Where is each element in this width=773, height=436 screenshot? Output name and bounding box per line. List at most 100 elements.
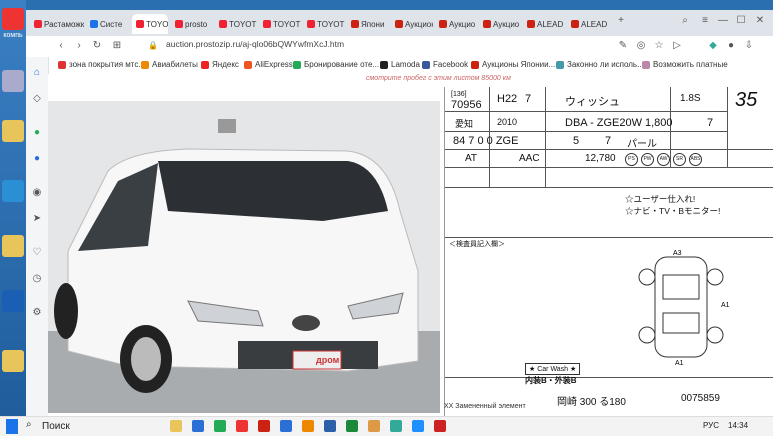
whatsapp-icon[interactable]: ●	[31, 127, 43, 139]
watermark: дром	[316, 355, 340, 365]
app-icon[interactable]	[192, 420, 204, 432]
bookmark-favicon-icon	[293, 60, 301, 69]
bookmark-favicon-icon	[422, 60, 430, 69]
app-icon[interactable]	[412, 420, 424, 432]
tab[interactable]: TOYOT	[259, 14, 301, 34]
app-icon[interactable]	[434, 420, 446, 432]
svg-text:A3: A3	[673, 250, 682, 257]
collections-icon[interactable]: ◇	[31, 93, 43, 105]
heart-icon[interactable]: ♡	[31, 247, 43, 259]
tab[interactable]: ALEAD	[523, 14, 565, 34]
app-icon[interactable]	[280, 420, 292, 432]
bookmark-item[interactable]: зона покрытия мтс...	[58, 60, 145, 69]
bookmark-favicon-icon	[642, 60, 650, 69]
tab[interactable]: Япони	[347, 14, 389, 34]
tab[interactable]: ALEAD	[567, 14, 609, 34]
bookmark-item[interactable]: Lamoda	[380, 60, 420, 69]
folder-icon[interactable]	[2, 120, 24, 142]
download-icon[interactable]: ⇩	[742, 39, 756, 53]
tab[interactable]: TOYOT	[303, 14, 345, 34]
tab[interactable]: TOYOT	[215, 14, 257, 34]
music-icon[interactable]: ◉	[31, 187, 43, 199]
bookmark-item[interactable]: Авиабилеты	[141, 60, 198, 69]
tab[interactable]: Аукцио	[435, 14, 477, 34]
car-app-icon[interactable]	[2, 70, 24, 92]
sheet-line	[445, 237, 773, 238]
app-icon[interactable]	[346, 420, 358, 432]
app-icon[interactable]	[390, 420, 402, 432]
bookmark-label: зона покрытия мтс...	[69, 60, 146, 69]
bookmark-favicon-icon	[556, 60, 564, 69]
tab[interactable]: prosto	[171, 14, 213, 34]
tab-label: TOYOT	[146, 19, 168, 29]
model-name: ウィッシュ	[565, 96, 620, 108]
edit-icon[interactable]: ✎	[616, 39, 630, 53]
tab[interactable]: Аукцион	[391, 14, 433, 34]
play-icon[interactable]: ▷	[670, 39, 684, 53]
bookmark-item[interactable]: AliExpress	[244, 60, 293, 69]
folder-icon-2[interactable]	[2, 350, 24, 372]
tab-favicon-icon	[307, 20, 315, 28]
language-indicator[interactable]: РУС	[703, 421, 719, 436]
tab-label: TOYOT	[317, 19, 345, 29]
svg-text:A1: A1	[675, 360, 684, 367]
tab-favicon-icon	[395, 20, 403, 28]
tab-label: Япони	[361, 19, 385, 29]
settings-icon[interactable]: ⚙	[31, 307, 43, 319]
history-icon[interactable]: ◷	[31, 273, 43, 285]
app-icon[interactable]	[214, 420, 226, 432]
sheet-reg: [136]	[451, 91, 467, 98]
bookmark-label: Аукционы Японии...	[482, 60, 556, 69]
bookmark-item[interactable]: Яндекс	[201, 60, 239, 69]
lot-number: 70956	[451, 99, 482, 111]
auction-sheet: [136] 70956 H22 7 ウィッシュ 1.8S 35 愛知 2010 …	[444, 87, 773, 416]
clock[interactable]: 14:34	[728, 421, 748, 436]
address-bar[interactable]: auction.prostozip.ru/aj-qlo06bQWYwfmXcJ.…	[166, 39, 344, 49]
taskbar-search[interactable]: Поиск	[42, 421, 70, 436]
edge-icon[interactable]	[2, 180, 24, 202]
home-icon[interactable]: ⌂	[31, 67, 43, 79]
maximize-button[interactable]: ☐	[734, 14, 748, 28]
minimize-button[interactable]: —	[716, 14, 730, 28]
option-badge: PS	[625, 153, 638, 166]
app-icon[interactable]	[368, 420, 380, 432]
tab-label: Растаможк	[44, 19, 84, 29]
tab[interactable]: Систе	[86, 14, 130, 34]
reload-icon[interactable]: ↻	[90, 39, 104, 53]
bookmark-item[interactable]: Facebook	[422, 60, 468, 69]
year-code: H22	[497, 93, 518, 105]
bookmark-icon[interactable]: ☆	[652, 39, 666, 53]
file-icon[interactable]	[2, 235, 24, 257]
app-icon[interactable]	[258, 420, 270, 432]
option-badge: PW	[641, 153, 654, 166]
tab-active[interactable]: TOYOT	[132, 14, 168, 34]
bookmark-label: Яндекс	[212, 60, 239, 69]
extension-icon[interactable]: ◆	[706, 39, 720, 53]
app-icon[interactable]	[324, 420, 336, 432]
tab[interactable]: Растаможк	[30, 14, 84, 34]
app-icon[interactable]	[2, 290, 24, 312]
tab-bar: Растаможк Систе TOYOT prosto TOYOT TOYOT…	[26, 10, 773, 36]
bookmark-item[interactable]: Бронирование оте...	[293, 60, 379, 69]
app-icon[interactable]	[236, 420, 248, 432]
search-icon[interactable]: ⌕	[678, 14, 692, 28]
app-icon[interactable]	[302, 420, 314, 432]
app-icon[interactable]	[170, 420, 182, 432]
forward-icon[interactable]: ›	[72, 39, 86, 53]
account-icon[interactable]: ●	[724, 39, 738, 53]
yandex-icon[interactable]	[2, 8, 24, 30]
bookmark-item[interactable]: Законно ли исполь...	[556, 60, 644, 69]
close-button[interactable]: ✕	[753, 14, 767, 28]
windows-start-icon[interactable]	[6, 419, 18, 434]
camera-icon[interactable]: ◎	[634, 39, 648, 53]
back-icon[interactable]: ‹	[54, 39, 68, 53]
tab[interactable]: Аукцио	[479, 14, 521, 34]
menu-icon[interactable]: ≡	[698, 14, 712, 28]
bookmark-item[interactable]: Возможить платные	[642, 60, 728, 69]
sheet-line	[545, 87, 546, 187]
apps-grid-icon[interactable]: ⊞	[110, 39, 124, 53]
bookmark-item[interactable]: Аукционы Японии...	[471, 60, 555, 69]
new-tab-button[interactable]: +	[614, 14, 628, 28]
vk-icon[interactable]: ●	[31, 153, 43, 165]
send-icon[interactable]: ➤	[31, 213, 43, 225]
